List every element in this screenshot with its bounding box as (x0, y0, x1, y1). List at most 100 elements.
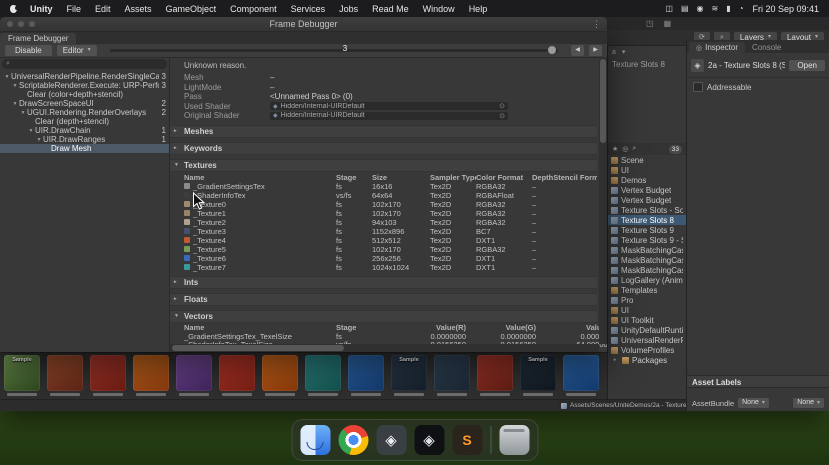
frame-debugger-titlebar[interactable]: Frame Debugger ⋮ (0, 17, 607, 32)
texture-row[interactable]: _ShaderInfoTex vs/fs 64x64 Tex2D RGBAFloat – (170, 191, 597, 200)
menu-item[interactable]: GameObject (159, 4, 224, 14)
search-icon[interactable]: ⌕ (632, 145, 636, 153)
project-item[interactable]: UI (608, 165, 686, 175)
asset-thumbnail[interactable] (476, 355, 514, 396)
object-picker-icon[interactable]: ⊙ (499, 112, 505, 120)
project-item[interactable]: Vertex Budget (608, 195, 686, 205)
project-item[interactable]: VolumeProfiles (608, 345, 686, 355)
menu-item[interactable]: Edit (88, 4, 118, 14)
asset-thumbnail[interactable]: Sample (519, 355, 557, 396)
tab-inspector[interactable]: ◎ Inspector (689, 42, 746, 53)
grid-view-icon[interactable]: ▦ (664, 19, 672, 28)
unity-editor-dock-icon[interactable]: ◈ (414, 425, 444, 455)
tab-console[interactable]: Console (745, 42, 788, 53)
tree-item[interactable]: ▼ScriptableRenderer.Execute: URP-Perform… (0, 81, 169, 90)
tree-item[interactable]: Clear (depth+stencil) (0, 117, 169, 126)
tree-item[interactable]: Draw Mesh (0, 144, 169, 153)
account-icon[interactable]: a (612, 49, 616, 56)
minimize-window-icon[interactable] (18, 21, 24, 27)
tree-search-input[interactable]: ⌕ (2, 59, 167, 69)
asset-thumbnail[interactable]: Sample (390, 355, 428, 396)
menubar-clock[interactable]: Fri 20 Sep 09:41 (752, 4, 819, 14)
tree-item[interactable]: ▼ UGUI.Rendering.RenderOverlays 2 (0, 108, 169, 117)
event-slider[interactable]: 3 (109, 44, 558, 54)
favorites-icon[interactable]: ★ (612, 145, 618, 153)
asset-thumbnail[interactable] (46, 355, 84, 396)
section-vectors[interactable]: ▼ Vectors (170, 309, 597, 323)
trash-dock-icon[interactable] (499, 425, 529, 455)
texture-row[interactable]: _Texture1 fs 102x170 Tex2D RGBA32 – (170, 209, 597, 218)
window-snap-icon[interactable]: ◳ (646, 19, 654, 28)
texture-row[interactable]: _GradientSettingsTex fs 16x16 Tex2D RGBA32 – (170, 182, 597, 191)
texture-row[interactable]: _Texture7 fs 1024x1024 Tex2D DXT1 – (170, 263, 597, 272)
menu-item[interactable]: Window (416, 4, 462, 14)
menu-item[interactable]: Read Me (365, 4, 416, 14)
scrollbar-thumb[interactable] (172, 345, 344, 351)
shader-object-field[interactable]: ◆ Hidden/Internal-UIRDefault ⊙ (270, 102, 508, 111)
asset-thumbnail[interactable] (347, 355, 385, 396)
project-item[interactable]: Texture Slots - Solved (608, 205, 686, 215)
section-keywords[interactable]: ▸ Keywords (170, 141, 597, 155)
texture-row[interactable]: _Texture2 fs 94x103 Tex2D RGBA32 – (170, 218, 597, 227)
menu-item[interactable]: Jobs (332, 4, 365, 14)
project-item-packages[interactable]: ▸ Packages (608, 355, 686, 365)
slider-thumb[interactable] (548, 46, 556, 54)
project-item[interactable]: Texture Slots 9 - Solved (608, 235, 686, 245)
open-button[interactable]: Open (789, 59, 825, 71)
asset-thumbnail[interactable] (261, 355, 299, 396)
shader-object-field[interactable]: ◆ Hidden/Internal-UIRDefault ⊙ (270, 111, 508, 120)
control-center-icon[interactable]: ◔ (739, 4, 744, 13)
vertical-scrollbar[interactable] (599, 57, 607, 344)
project-item[interactable]: UnityDefaultRuntimeTheme (608, 325, 686, 335)
project-item[interactable]: MaskBatchingCase2Sce (608, 255, 686, 265)
addressable-checkbox[interactable] (693, 82, 703, 92)
project-item[interactable]: UniversalRenderPipelineGlobalSet (608, 335, 686, 345)
project-item[interactable]: Demos (608, 175, 686, 185)
close-window-icon[interactable] (7, 21, 13, 27)
next-event-button[interactable]: ▶ (589, 45, 602, 56)
texture-row[interactable]: _Texture5 fs 102x170 Tex2D RGBA32 – (170, 245, 597, 254)
tree-item[interactable]: Clear (color+depth+stencil) (0, 90, 169, 99)
scrollbar-thumb[interactable] (600, 59, 606, 143)
menu-item[interactable]: Component (223, 4, 284, 14)
asset-thumbnail[interactable] (89, 355, 127, 396)
chrome-dock-icon[interactable] (338, 425, 368, 455)
project-item[interactable]: Templates (608, 285, 686, 295)
project-item[interactable]: Vertex Budget (608, 185, 686, 195)
section-textures[interactable]: ▼ Textures (170, 158, 597, 172)
menu-item[interactable]: Services (284, 4, 333, 14)
tree-item[interactable]: ▼ UIR.DrawChain 1 (0, 126, 169, 135)
asset-thumbnail[interactable] (175, 355, 213, 396)
assetbundle-dropdown[interactable]: None ▾ (738, 398, 769, 408)
project-item[interactable]: Texture Slots 8 (608, 215, 686, 225)
apple-menu-icon[interactable] (10, 4, 19, 13)
asset-thumbnail[interactable]: Sample (3, 355, 41, 396)
asset-thumbnail[interactable] (433, 355, 471, 396)
zoom-window-icon[interactable] (29, 21, 35, 27)
project-item[interactable]: UI Toolkit (608, 315, 686, 325)
section-ints[interactable]: ▸ Ints (170, 275, 597, 289)
unity-hub-dock-icon[interactable]: ◈ (376, 425, 406, 455)
section-floats[interactable]: ▸ Floats (170, 292, 597, 306)
vector-row[interactable]: _GradientSettingsTex_TexelSize fs 0.000000… (170, 332, 607, 341)
editor-dropdown[interactable]: Editor ▾ (56, 45, 97, 56)
sublime-text-dock-icon[interactable]: S (452, 425, 482, 455)
finder-dock-icon[interactable] (300, 425, 330, 455)
menu-item[interactable]: Unity (23, 4, 60, 14)
tree-item[interactable]: ▼ UIR.DrawRanges 1 (0, 135, 169, 144)
asset-thumbnail[interactable] (132, 355, 170, 396)
texture-row[interactable]: _Texture3 fs 1152x896 Tex2D BC7 – (170, 227, 597, 236)
project-item[interactable]: UI (608, 305, 686, 315)
disable-button[interactable]: Disable (5, 45, 52, 56)
project-item[interactable]: LogGallery (Animation, Di (608, 275, 686, 285)
object-picker-icon[interactable]: ⊙ (499, 102, 505, 110)
project-item[interactable]: MaskBatchingCase3Sce (608, 265, 686, 275)
project-item[interactable]: Pro (608, 295, 686, 305)
window-menu-icon[interactable]: ⋮ (592, 19, 601, 30)
stage-manager-icon[interactable]: ◫ (665, 4, 673, 13)
texture-row[interactable]: _Texture4 fs 512x512 Tex2D DXT1 – (170, 236, 597, 245)
tree-item[interactable]: ▼UniversalRenderPipeline.RenderSingleCam… (0, 72, 169, 81)
texture-row[interactable]: _Texture6 fs 256x256 Tex2D DXT1 – (170, 254, 597, 263)
wifi-icon[interactable]: ≋ (712, 4, 719, 13)
menu-item[interactable]: Help (462, 4, 495, 14)
